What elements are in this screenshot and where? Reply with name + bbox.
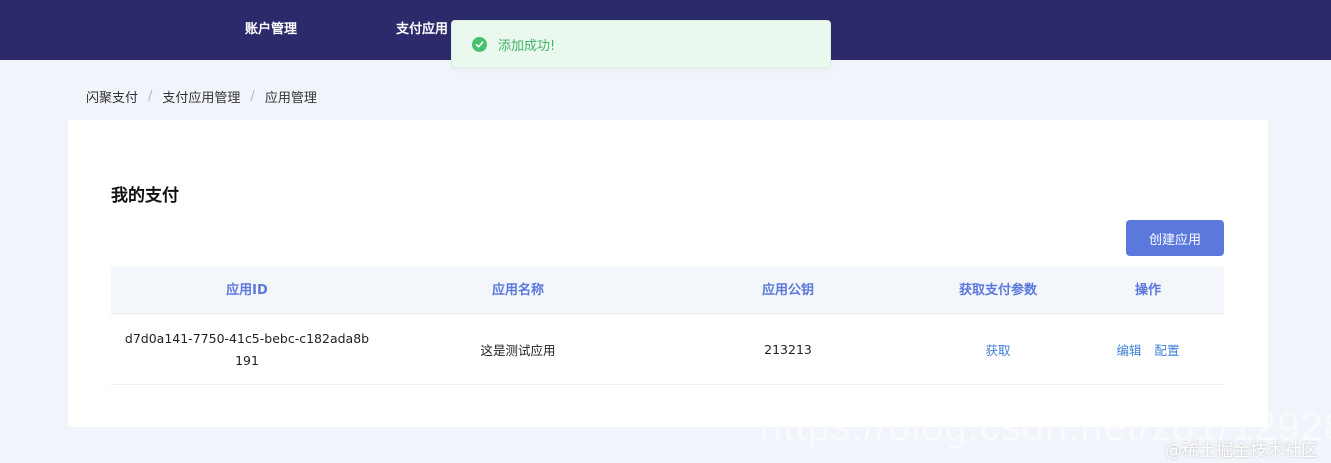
check-circle-icon	[472, 36, 487, 52]
column-header-app-name: 应用名称	[491, 283, 544, 298]
cell-public-key: 213213	[764, 342, 812, 357]
column-header-public-key: 应用公钥	[761, 283, 814, 298]
page-title: 我的支付	[111, 186, 179, 206]
nav-item-payment-apps[interactable]: 支付应用	[396, 0, 448, 60]
cell-app-id: d7d0a141-7750-41c5-bebc-c182ada8b191	[124, 330, 370, 368]
success-toast: 添加成功!	[451, 20, 831, 68]
configure-link[interactable]: 配置	[1155, 340, 1180, 359]
cell-actions: 编辑 配置	[1073, 314, 1223, 385]
get-params-link[interactable]: 获取	[985, 340, 1010, 359]
breadcrumb-item-home[interactable]: 闪聚支付	[86, 87, 138, 106]
toast-message: 添加成功!	[498, 38, 556, 54]
breadcrumb: 闪聚支付 / 支付应用管理 / 应用管理	[86, 86, 317, 106]
cell-get-params: 获取	[923, 314, 1073, 385]
table-row: d7d0a141-7750-41c5-bebc-c182ada8b191 这是测…	[111, 314, 1224, 385]
breadcrumb-separator: /	[148, 88, 153, 104]
edit-link[interactable]: 编辑	[1116, 340, 1141, 359]
column-header-actions: 操作	[1134, 283, 1161, 298]
juejin-watermark: @稀土掘金技术社区	[1165, 441, 1318, 461]
cell-app-name: 这是测试应用	[480, 343, 556, 358]
create-app-button[interactable]: 创建应用	[1126, 220, 1224, 256]
breadcrumb-item-app-management: 应用管理	[264, 90, 317, 106]
column-header-get-params: 获取支付参数	[958, 283, 1037, 298]
main-card: 我的支付 创建应用 应用ID 应用名称 应用公钥 获取支付参数 操作 d7d0a…	[68, 120, 1268, 427]
breadcrumb-separator: /	[250, 88, 255, 104]
apps-table: 应用ID 应用名称 应用公钥 获取支付参数 操作 d7d0a141-7750-4…	[111, 267, 1224, 385]
table-header: 应用ID 应用名称 应用公钥 获取支付参数 操作	[111, 267, 1224, 314]
column-header-app-id: 应用ID	[226, 283, 268, 298]
breadcrumb-item-payment-app-management[interactable]: 支付应用管理	[162, 87, 240, 106]
nav-item-account-management[interactable]: 账户管理	[245, 0, 297, 60]
